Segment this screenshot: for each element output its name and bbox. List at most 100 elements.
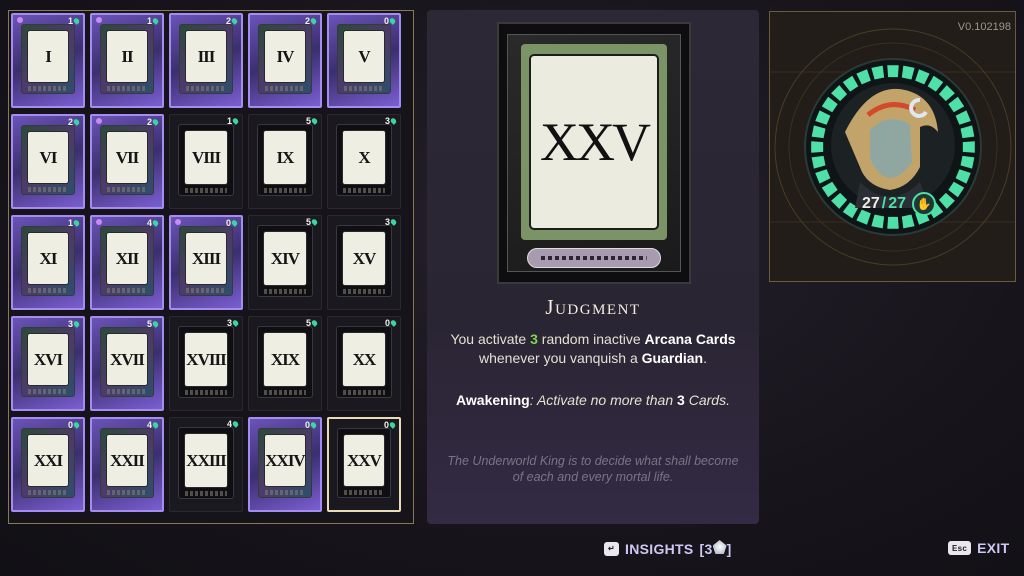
exit-button[interactable]: Esc EXIT <box>948 540 1009 556</box>
card-art: XVII <box>100 327 154 397</box>
arcana-card-slot[interactable]: 5 XVII <box>90 316 164 411</box>
arcana-card-slot[interactable]: 3 XVI <box>11 316 85 411</box>
rarity-icon <box>96 118 102 124</box>
card-caption <box>28 490 68 495</box>
keyword-arcana-cards: Arcana Cards <box>644 331 736 347</box>
arcana-card-slot[interactable]: 2 IV <box>248 13 322 108</box>
grasp-counter: 27/27 ✋ <box>862 192 937 216</box>
grasp-ring-segment <box>811 141 824 153</box>
card-caption <box>185 390 227 395</box>
card-caption <box>185 188 227 193</box>
arcana-card-slot[interactable]: 4 XXIII <box>169 417 243 512</box>
card-numeral: X <box>342 130 386 185</box>
arcana-card-slot[interactable]: 1 VIII <box>169 114 243 209</box>
card-caption <box>28 86 68 91</box>
arcana-card-slot[interactable]: 0 XXI <box>11 417 85 512</box>
arcana-card-slot[interactable]: 3X <box>327 114 401 209</box>
card-caption <box>344 86 384 91</box>
keyword-awakening: Awakening <box>456 392 530 408</box>
insights-button[interactable]: ↵ INSIGHTS [3] <box>604 540 732 557</box>
card-plaque <box>527 248 661 268</box>
arcana-card-slot[interactable]: 3 XVIII <box>169 316 243 411</box>
card-numeral: XXI <box>27 434 69 487</box>
card-art: XIX <box>257 326 313 398</box>
card-art: XV <box>336 225 392 297</box>
card-art: XIII <box>179 226 233 296</box>
insights-count: [3] <box>699 540 732 557</box>
card-caption <box>264 188 306 193</box>
card-art: XXIV <box>258 428 312 498</box>
card-caption <box>343 188 385 193</box>
card-numeral: VIII <box>184 130 228 185</box>
arcana-card-slot[interactable]: 2 VI <box>11 114 85 209</box>
card-art: III <box>179 24 233 94</box>
card-caption <box>264 390 306 395</box>
grasp-current: 27 <box>862 195 880 212</box>
esc-key-icon: Esc <box>948 541 972 555</box>
card-numeral: I <box>27 30 69 83</box>
card-numeral: XXIII <box>184 433 228 488</box>
rarity-icon <box>96 219 102 225</box>
crystal-icon <box>712 540 727 554</box>
card-numeral: VII <box>106 131 148 184</box>
arcana-card-slot[interactable]: 1 XI <box>11 215 85 310</box>
awakening-text: Awakening: Activate no more than 3 Cards… <box>456 392 730 408</box>
card-numeral: XVI <box>27 333 69 386</box>
flavor-text: The Underworld King is to decide what sh… <box>447 454 739 484</box>
arcana-card-slot[interactable]: 1 II <box>90 13 164 108</box>
card-numeral: IV <box>264 30 306 83</box>
arcana-card-slot[interactable]: 5 IX <box>248 114 322 209</box>
card-caption <box>107 288 147 293</box>
card-numeral: XXII <box>106 434 148 487</box>
card-numeral: IX <box>263 130 307 185</box>
card-art: VIII <box>178 124 234 196</box>
card-art: IV <box>258 24 312 94</box>
card-numeral: XXIV <box>264 434 306 487</box>
grasp-hand-icon: ✋ <box>912 192 937 216</box>
grasp-ring-segment <box>887 65 899 78</box>
card-art: XVI <box>21 327 75 397</box>
arcana-card-slot[interactable]: 5 XIV <box>248 215 322 310</box>
card-art: XVIII <box>178 326 234 398</box>
arcana-card-slot[interactable]: 0 XX <box>327 316 401 411</box>
arcana-card-slot[interactable]: 4 XXII <box>90 417 164 512</box>
card-caption <box>344 490 384 495</box>
arcana-card-slot[interactable]: 1I <box>11 13 85 108</box>
card-numeral: XIII <box>185 232 227 285</box>
card-art: XXIII <box>178 427 234 499</box>
card-art: I <box>21 24 75 94</box>
arcana-card-slot[interactable]: 0 XXV <box>327 417 401 512</box>
card-title: Judgment <box>545 295 641 319</box>
card-caption <box>265 490 305 495</box>
card-caption <box>343 390 385 395</box>
arcana-card-slot[interactable]: 4 XII <box>90 215 164 310</box>
rarity-icon <box>175 219 181 225</box>
arcana-card-slot[interactable]: 0V <box>327 13 401 108</box>
grasp-max: 27 <box>888 195 907 212</box>
arcana-card-slot[interactable]: 0 XIII <box>169 215 243 310</box>
rarity-icon <box>17 17 23 23</box>
arcana-card-slot[interactable]: 5 XIX <box>248 316 322 411</box>
card-description: You activate 3 random inactive Arcana Ca… <box>450 331 736 366</box>
selected-card-art: XXV <box>497 22 691 284</box>
card-numeral: XXV <box>343 434 385 487</box>
card-caption <box>186 86 226 91</box>
card-caption <box>186 288 226 293</box>
arcana-card-slot[interactable]: 2 III <box>169 13 243 108</box>
card-detail-panel: XXV Judgment You activate 3 random inact… <box>427 10 759 524</box>
card-art: VI <box>21 125 75 195</box>
card-numeral: XIV <box>263 231 307 286</box>
arcana-card-slot[interactable]: 0 XXIV <box>248 417 322 512</box>
card-caption <box>343 289 385 294</box>
card-art: V <box>337 24 391 94</box>
grasp-ring-segment <box>887 216 899 229</box>
card-numeral: XVIII <box>184 332 228 387</box>
arcana-card-slot[interactable]: 2 VII <box>90 114 164 209</box>
card-numeral: III <box>185 30 227 83</box>
rarity-icon <box>96 17 102 23</box>
card-numeral: V <box>343 30 385 83</box>
card-art: IX <box>257 124 313 196</box>
keyword-guardian: Guardian <box>641 350 704 366</box>
arcana-card-slot[interactable]: 3 XV <box>327 215 401 310</box>
card-caption <box>107 187 147 192</box>
